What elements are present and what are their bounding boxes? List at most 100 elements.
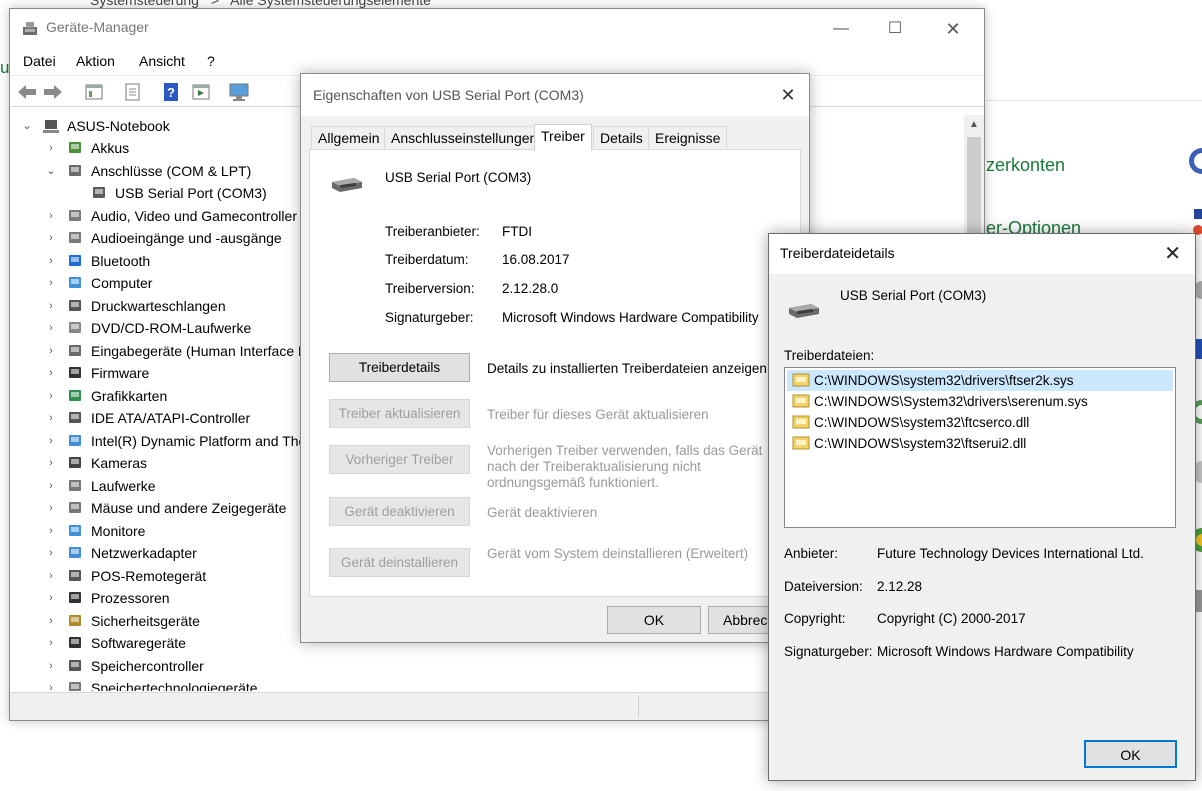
expand-chevron-icon[interactable]: › bbox=[46, 317, 56, 339]
expand-chevron-icon[interactable]: › bbox=[46, 565, 56, 587]
tab-ereignisse[interactable]: Ereignisse bbox=[648, 126, 728, 150]
expand-chevron-icon[interactable]: › bbox=[46, 407, 56, 429]
run-view-icon[interactable] bbox=[190, 81, 212, 103]
tree-item-label: Druckwarteschlangen bbox=[91, 297, 226, 314]
driver-file-icon bbox=[792, 373, 810, 387]
rollback-driver-button[interactable]: Vorheriger Treiber bbox=[329, 445, 470, 474]
expand-chevron-icon[interactable]: › bbox=[46, 272, 56, 294]
serial-connector-icon bbox=[789, 304, 819, 318]
driver-file-icon bbox=[792, 415, 810, 429]
expand-chevron-icon[interactable]: › bbox=[46, 340, 56, 362]
expand-chevron-icon[interactable]: › bbox=[46, 362, 56, 384]
control-panel-icon[interactable] bbox=[1186, 146, 1202, 176]
expand-chevron-icon[interactable]: › bbox=[46, 632, 56, 654]
driver-files-label: Treiberdateien: bbox=[784, 348, 875, 363]
device-category-icon bbox=[69, 614, 81, 626]
maximize-button[interactable]: ☐ bbox=[872, 15, 918, 43]
ok-button[interactable]: OK bbox=[1084, 740, 1177, 768]
expand-chevron-icon[interactable]: › bbox=[46, 655, 56, 677]
expand-chevron-icon[interactable]: › bbox=[46, 587, 56, 609]
uninstall-device-desc: Gerät vom System deinstallieren (Erweite… bbox=[487, 546, 749, 561]
tree-item-label: Laufwerke bbox=[91, 477, 156, 494]
tree-item-label: Speichercontroller bbox=[91, 657, 204, 674]
close-button[interactable]: ✕ bbox=[1164, 243, 1181, 265]
title-bar[interactable]: Geräte-Manager — ☐ ✕ bbox=[10, 9, 984, 47]
expand-chevron-icon[interactable]: › bbox=[46, 205, 56, 227]
tree-root-label: ASUS-Notebook bbox=[67, 118, 170, 134]
expand-chevron-icon[interactable]: › bbox=[46, 430, 56, 452]
monitor-scan-icon[interactable] bbox=[228, 81, 250, 103]
help-question-icon[interactable]: ? bbox=[160, 81, 182, 103]
collapse-chevron-icon[interactable]: ⌄ bbox=[46, 160, 56, 182]
breadcrumb-item[interactable]: Systemsteuerung bbox=[90, 0, 199, 8]
dialog-title: Treiberdateidetails bbox=[780, 245, 895, 261]
tab-anschlusseinstellungen[interactable]: Anschlusseinstellungen bbox=[384, 126, 545, 150]
update-driver-button[interactable]: Treiber aktualisieren bbox=[329, 399, 470, 428]
driver-files-list[interactable]: C:\WINDOWS\system32\drivers\ftser2k.sys … bbox=[784, 367, 1176, 528]
breadcrumb-item[interactable]: Alle Systemsteuerungselemente bbox=[230, 0, 431, 8]
expand-chevron-icon[interactable]: › bbox=[46, 542, 56, 564]
minimize-button[interactable]: — bbox=[818, 15, 864, 43]
serial-connector-icon bbox=[332, 178, 362, 192]
dialog-title: Eigenschaften von USB Serial Port (COM3) bbox=[313, 87, 584, 103]
uninstall-device-button[interactable]: Gerät deinstallieren bbox=[329, 548, 470, 577]
close-button[interactable]: ✕ bbox=[930, 15, 976, 43]
tab-treiber[interactable]: Treiber bbox=[534, 124, 592, 151]
menu-datei[interactable]: Datei bbox=[23, 53, 56, 69]
properties-view-icon[interactable] bbox=[83, 81, 105, 103]
expand-chevron-icon[interactable]: › bbox=[46, 137, 56, 159]
driver-provider-value: FTDI bbox=[502, 224, 532, 239]
device-manager-icon bbox=[23, 22, 37, 35]
control-panel-link[interactable]: zerkonten bbox=[986, 155, 1065, 176]
expand-chevron-icon[interactable]: › bbox=[46, 520, 56, 542]
device-name: USB Serial Port (COM3) bbox=[840, 288, 987, 303]
title-bar[interactable]: Treiberdateidetails ✕ bbox=[769, 234, 1195, 274]
expand-chevron-icon[interactable]: › bbox=[46, 452, 56, 474]
menu-ansicht[interactable]: Ansicht bbox=[139, 53, 185, 69]
close-button[interactable]: ✕ bbox=[777, 84, 799, 106]
driver-version-label: Treiberversion: bbox=[385, 281, 475, 296]
driver-details-desc: Details zu installierten Treiberdateien … bbox=[487, 361, 767, 376]
device-category-icon bbox=[69, 367, 81, 378]
device-category-icon bbox=[69, 682, 81, 691]
driver-file-icon bbox=[792, 394, 810, 408]
device-category-icon bbox=[69, 524, 81, 536]
expand-chevron-icon[interactable]: › bbox=[46, 610, 56, 632]
menu-aktion[interactable]: Aktion bbox=[76, 53, 115, 69]
expand-chevron-icon[interactable]: › bbox=[46, 227, 56, 249]
file-name: C:\WINDOWS\System32\drivers\serenum.sys bbox=[814, 394, 1088, 409]
device-name: USB Serial Port (COM3) bbox=[385, 170, 532, 185]
expand-chevron-icon[interactable]: › bbox=[46, 497, 56, 519]
file-list-item[interactable]: C:\WINDOWS\system32\ftcserco.dll bbox=[787, 412, 1173, 433]
title-bar[interactable]: Eigenschaften von USB Serial Port (COM3)… bbox=[301, 74, 809, 116]
scroll-up-arrow[interactable]: ▲ bbox=[964, 115, 984, 135]
expand-chevron-icon[interactable]: › bbox=[46, 385, 56, 407]
file-list-item[interactable]: C:\WINDOWS\system32\ftserui2.dll bbox=[787, 433, 1173, 454]
file-list-item[interactable]: C:\WINDOWS\system32\drivers\ftser2k.sys bbox=[787, 370, 1173, 391]
control-panel-icon[interactable] bbox=[1186, 205, 1202, 235]
tree-item-label: Bluetooth bbox=[91, 252, 151, 269]
driver-provider-label: Treiberanbieter: bbox=[385, 224, 480, 239]
expand-chevron-icon[interactable]: › bbox=[46, 295, 56, 317]
expand-chevron-icon[interactable]: › bbox=[46, 475, 56, 497]
file-name: C:\WINDOWS\system32\ftserui2.dll bbox=[814, 436, 1027, 451]
expand-chevron-icon[interactable]: › bbox=[46, 250, 56, 272]
collapse-chevron-icon[interactable]: ⌄ bbox=[22, 115, 32, 137]
disable-device-button[interactable]: Gerät deaktivieren bbox=[329, 497, 470, 526]
file-list-item[interactable]: C:\WINDOWS\System32\drivers\serenum.sys bbox=[787, 391, 1173, 412]
driver-details-button[interactable]: Treiberdetails bbox=[329, 353, 470, 382]
back-arrow-icon[interactable] bbox=[16, 81, 38, 103]
menu-help[interactable]: ? bbox=[207, 53, 215, 69]
file-version-label: Dateiversion: bbox=[784, 579, 863, 594]
breadcrumb-separator: > bbox=[210, 0, 220, 8]
expand-chevron-icon[interactable]: › bbox=[46, 677, 56, 691]
tab-details[interactable]: Details bbox=[593, 126, 650, 150]
tree-item-label: Monitore bbox=[91, 522, 146, 539]
device-category-icon bbox=[69, 277, 81, 288]
device-category-icon bbox=[69, 659, 81, 671]
device-category-icon bbox=[69, 299, 81, 311]
ok-button[interactable]: OK bbox=[607, 606, 701, 634]
tab-allgemein[interactable]: Allgemein bbox=[311, 126, 387, 150]
help-document-icon[interactable] bbox=[121, 81, 143, 103]
forward-arrow-icon[interactable] bbox=[42, 81, 64, 103]
